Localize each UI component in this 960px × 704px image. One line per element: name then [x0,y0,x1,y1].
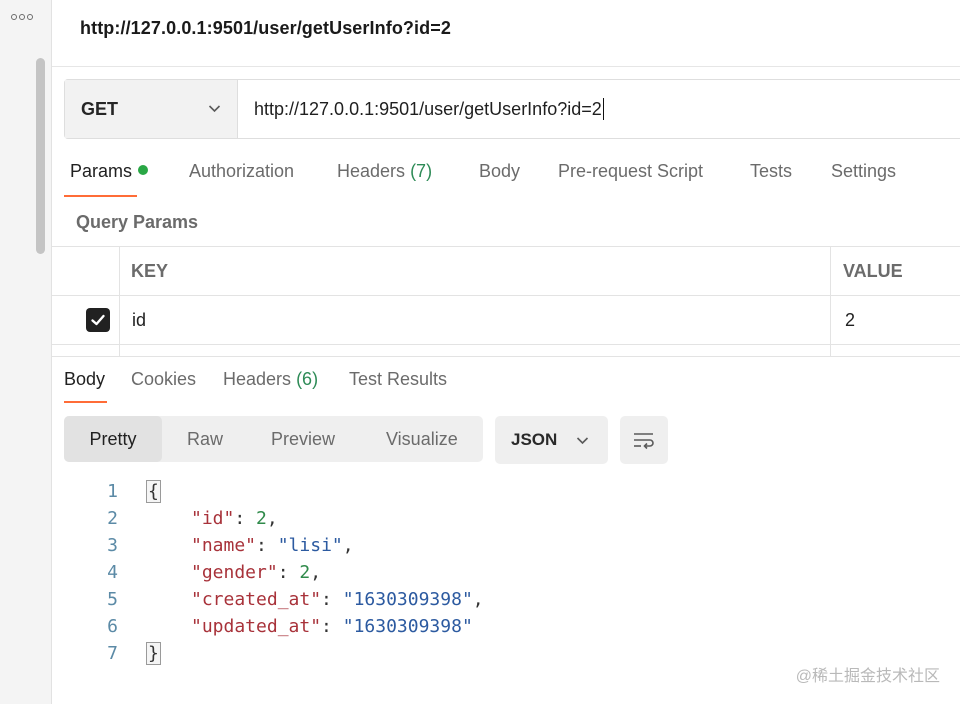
tab-tests[interactable]: Tests [750,161,792,182]
json-key-token: "id" [191,508,235,529]
tab-label: Settings [831,161,897,181]
json-brace-token: } [146,642,161,665]
code-text: "id": 2, [191,505,278,532]
line-number: 1 [107,481,118,502]
tab-label: Authorization [189,161,295,181]
active-tab-indicator [64,401,107,403]
code-text: "created_at": "1630309398", [191,586,484,613]
column-divider [119,247,120,357]
tab-count: (7) [410,161,433,181]
status-dot-icon [138,165,149,175]
text-caret [602,98,604,120]
format-select[interactable]: JSON [495,416,608,464]
tab-label: Cookies [131,369,197,389]
view-mode-preview[interactable]: Preview [271,416,335,462]
code-text: "name": "lisi", [191,532,354,559]
table-row-empty[interactable] [52,346,960,357]
tab-body[interactable]: Body [479,161,520,182]
view-mode-pretty[interactable]: Pretty [64,416,162,462]
request-title: http://127.0.0.1:9501/user/getUserInfo?i… [80,18,451,38]
tab-label: Body [479,161,521,181]
tab-label: Test Results [349,369,448,389]
tab-label: Params [70,161,133,181]
tab-label: Headers [337,161,406,181]
view-mode-visualize[interactable]: Visualize [386,416,458,462]
column-divider [830,247,831,357]
column-header-key: KEY [131,260,169,281]
param-key-cell[interactable]: id [132,296,146,344]
method-label: GET [81,98,119,119]
left-rail [0,0,52,704]
line-number: 4 [107,562,118,583]
more-dots-icon[interactable] [11,14,33,20]
json-key-token: "name" [191,535,257,556]
code-text: "updated_at": "1630309398" [191,613,473,640]
column-header-value: VALUE [843,260,903,281]
json-str-token: "lisi" [277,535,343,556]
tab-pre-request-script[interactable]: Pre-request Script [558,161,703,182]
tab-label: Body [64,369,106,389]
line-number: 5 [107,589,118,610]
json-key-token: "gender" [191,562,278,583]
tab-response-body[interactable]: Body [64,369,105,390]
request-bar: GET http://127.0.0.1:9501/user/getUserIn… [64,79,960,139]
format-label: JSON [511,430,558,449]
json-punct-token: : [321,589,343,610]
table-row: id 2 [52,296,960,345]
json-key-token: "created_at" [191,589,322,610]
json-num-token: 2 [299,562,311,583]
param-value-cell[interactable]: 2 [845,296,855,344]
code-text: "gender": 2, [191,559,321,586]
wrap-lines-button[interactable] [620,416,668,464]
tab-authorization[interactable]: Authorization [189,161,294,182]
params-table: KEY VALUE id 2 [52,246,960,357]
json-punct-token: : [277,562,300,583]
query-params-heading: Query Params [76,212,199,232]
checkbox[interactable] [86,308,110,332]
json-punct-token: , [472,589,484,610]
json-num-token: 2 [256,508,267,529]
chevron-down-icon [576,437,589,445]
tab-label: Headers [223,369,292,389]
divider [52,66,960,67]
tab-cookies[interactable]: Cookies [131,369,196,390]
view-mode-raw[interactable]: Raw [187,416,223,462]
tab-count: (6) [296,369,319,389]
active-tab-indicator [64,195,137,197]
json-str-token: "1630309398" [342,589,473,610]
line-number: 6 [107,616,118,637]
checkmark-icon [91,314,105,326]
method-select[interactable]: GET [65,80,238,138]
tab-test-results[interactable]: Test Results [349,369,447,390]
json-brace-token: { [146,480,161,503]
json-str-token: "1630309398" [342,616,473,637]
param-enable-checkbox[interactable] [86,296,110,344]
line-number: 3 [107,535,118,556]
json-punct-token: : [256,535,278,556]
code-text: } [146,640,161,667]
line-number: 2 [107,508,118,529]
tab-label: Tests [750,161,793,181]
tab-response-headers[interactable]: Headers (6) [223,369,318,390]
json-punct-token: , [266,508,278,529]
tab-settings[interactable]: Settings [831,161,896,182]
json-key-token: "updated_at" [191,616,322,637]
json-punct-token: : [321,616,343,637]
scrollbar-thumb[interactable] [36,58,45,254]
tab-headers[interactable]: Headers (7) [337,161,432,182]
wrap-lines-icon [634,433,654,450]
chevron-down-icon [208,105,221,113]
url-text: http://127.0.0.1:9501/user/getUserInfo?i… [254,98,602,119]
tab-label: Pre-request Script [558,161,704,181]
json-punct-token: , [342,535,354,556]
tab-params[interactable]: Params [70,161,149,182]
json-punct-token: : [234,508,257,529]
line-number: 7 [107,643,118,664]
table-header-row: KEY VALUE [52,247,960,296]
view-mode-group: Pretty Raw Preview Visualize [64,416,483,462]
url-input[interactable]: http://127.0.0.1:9501/user/getUserInfo?i… [238,80,960,138]
code-text: { [146,478,161,505]
watermark: @稀土掘金技术社区 [795,668,940,685]
json-punct-token: , [310,562,322,583]
